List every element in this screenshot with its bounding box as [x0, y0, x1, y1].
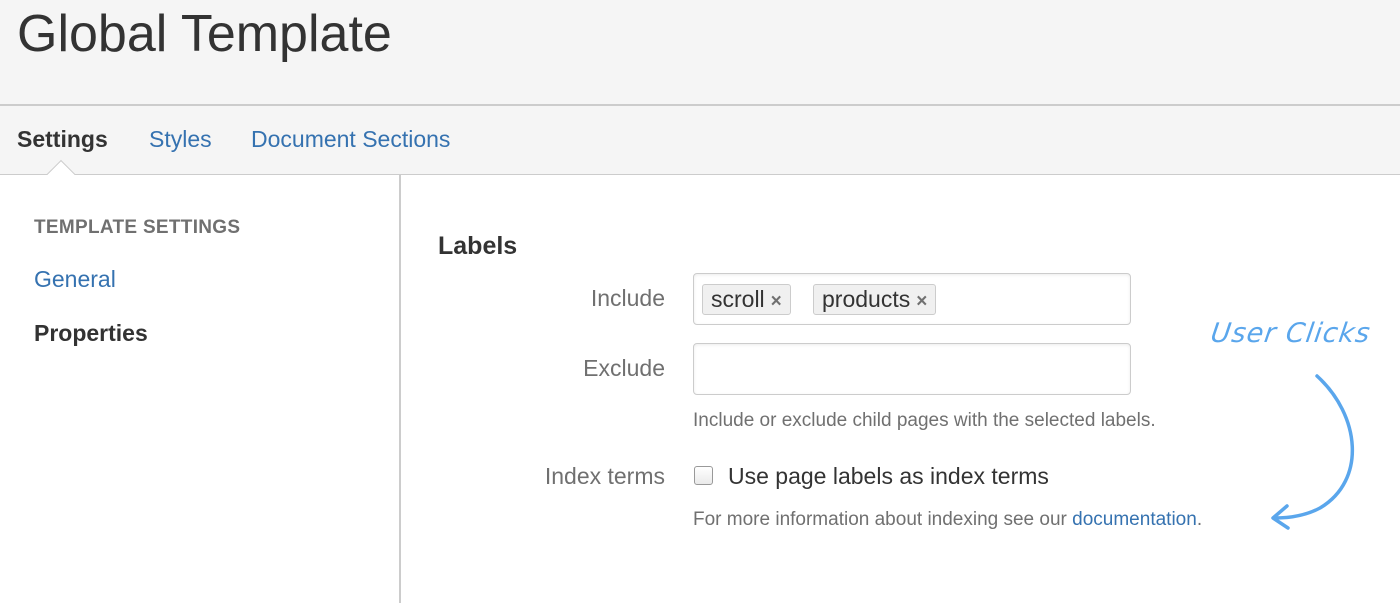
sidebar-heading: TEMPLATE SETTINGS	[34, 217, 241, 238]
main-content: Labels Include scroll × products × Exclude…	[403, 175, 1400, 603]
remove-tag-icon[interactable]: ×	[771, 287, 782, 316]
sidebar-item-general[interactable]: General	[34, 266, 116, 293]
index-terms-checkbox-label[interactable]: Use page labels as index terms	[728, 463, 1049, 490]
tab-styles[interactable]: Styles	[149, 126, 212, 153]
remove-tag-icon[interactable]: ×	[916, 287, 927, 316]
tag-products: products ×	[813, 284, 937, 316]
annotation-arrow-icon	[1271, 374, 1354, 530]
indexing-help-prefix: For more information about indexing see …	[693, 509, 1073, 530]
indexing-help-text: For more information about indexing see …	[693, 509, 1202, 531]
tab-bar: Settings Styles Document Sections	[0, 106, 1400, 175]
labels-help-text: Include or exclude child pages with the …	[693, 410, 1156, 431]
include-label: Include	[590, 285, 665, 311]
annotation-user-clicks: User Clicks	[1208, 318, 1373, 349]
index-terms-label: Index terms	[544, 463, 665, 489]
page-header: Global Template	[0, 0, 1400, 106]
sidebar-item-properties[interactable]: Properties	[34, 320, 148, 347]
tag-text: scroll	[711, 286, 765, 312]
tab-settings[interactable]: Settings	[17, 126, 108, 153]
exclude-label: Exclude	[583, 355, 665, 381]
documentation-link[interactable]: documentation	[1072, 509, 1197, 530]
tag-text: products	[822, 286, 911, 312]
index-terms-checkbox[interactable]	[694, 466, 713, 485]
include-labels-input[interactable]: scroll × products ×	[693, 273, 1131, 325]
sidebar: TEMPLATE SETTINGS General Properties	[0, 175, 401, 603]
section-title-labels: Labels	[438, 232, 518, 260]
indexing-help-suffix: .	[1196, 509, 1203, 530]
tab-document-sections[interactable]: Document Sections	[251, 126, 450, 153]
page-title: Global Template	[17, 5, 392, 63]
exclude-labels-input[interactable]	[693, 343, 1131, 395]
tag-scroll: scroll ×	[702, 284, 791, 315]
